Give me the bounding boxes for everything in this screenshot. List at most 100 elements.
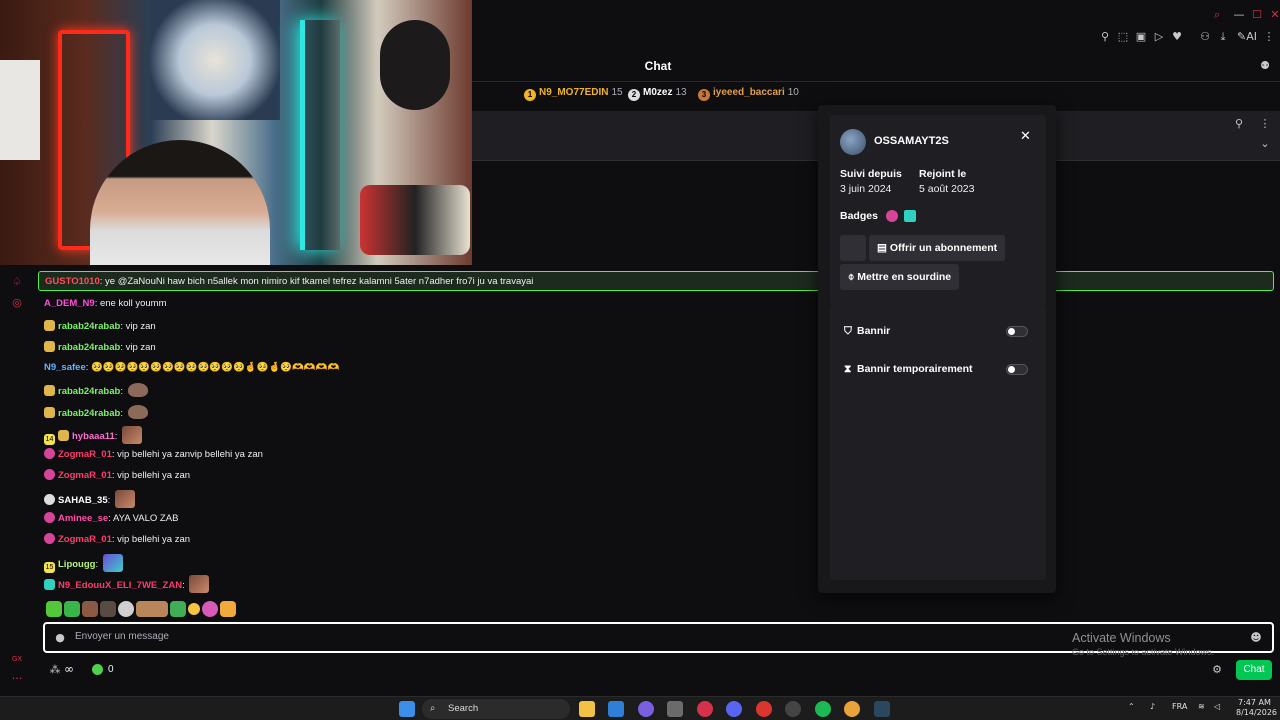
app-icon[interactable] [785,701,801,717]
screenshot-icon[interactable]: ⬚ [1116,30,1130,44]
ban-toggle[interactable] [1006,326,1028,337]
emote-icon[interactable] [118,600,134,617]
ai-icon[interactable]: ✎AI [1236,30,1258,44]
emoji-picker-icon[interactable]: ☻ [1249,631,1263,645]
chat-username[interactable]: ZogmaR_01 [58,534,112,545]
clock-date[interactable]: 8/14/2026 [1236,708,1277,717]
mic-icon[interactable]: ♪ [1150,702,1155,711]
chat-username[interactable]: hybaaa11 [72,431,115,442]
settings-rail-icon[interactable]: ◎ [10,296,24,310]
chat-message[interactable]: rabab24rabab: [44,383,148,397]
maximize-icon[interactable]: ☐ [1250,8,1264,22]
chat-username[interactable]: rabab24rabab [58,321,120,332]
chat-username[interactable]: A_DEM_N9 [44,298,95,309]
pin-icon[interactable]: ⚲ [1232,117,1246,131]
wifi-icon[interactable]: ≋ [1198,702,1205,711]
close-icon[interactable]: ✕ [1020,129,1031,144]
language-indicator[interactable]: FRA [1172,702,1187,711]
mute-button[interactable]: ⌽ Mettre en sourdine [840,264,960,290]
chat-message[interactable]: Aminee_se: AYA VALO ZAB [44,512,178,524]
emote-icon[interactable] [82,600,98,617]
face-emote-icon[interactable] [189,575,210,593]
chat-username[interactable]: Aminee_se [58,513,108,524]
emote-icon[interactable] [188,602,200,615]
ban-row[interactable]: ⛉ Bannir [838,319,1038,343]
discord-icon[interactable] [726,701,742,717]
stream-video-player[interactable] [0,0,472,265]
leaderboard-entry[interactable]: 1 N9_MO77EDIN 15 [524,87,623,101]
heart-hands-emote-icon[interactable] [127,383,148,397]
chrome-icon[interactable] [844,701,860,717]
leaderboard-entry[interactable]: 2 M0zez 13 [628,87,687,101]
chat-message[interactable]: 15 Lipougg: [44,554,123,573]
pin-icon[interactable]: ⚲ [1098,30,1112,44]
chat-message[interactable]: N9_safee: 🥺🥺🥺🥺🥺🥺🥺🥺🥺🥺🥺🥺🥺🤞🥺🤞🥺🫶🫶🫶🫶 [44,362,339,373]
tray-chevron-icon[interactable]: ⌃ [1128,702,1135,711]
heart-icon[interactable]: ♥ [1170,30,1184,44]
close-window-icon[interactable]: ✕ [1268,8,1280,22]
menu-icon[interactable]: ⋮ [1262,30,1276,44]
chat-username[interactable]: ZogmaR_01 [58,449,112,460]
chat-username[interactable]: N9_EdouuX_ELI_7WE_ZAN [58,580,182,591]
taskbar-search[interactable]: ⌕ Search [422,699,570,719]
chat-message-input[interactable] [75,631,975,642]
chat-message[interactable]: SAHAB_35: [44,490,135,508]
leaderboard-entry[interactable]: 3 iyeeed_baccari 10 [698,87,799,101]
app-icon[interactable] [756,701,772,717]
chat-message[interactable]: N9_EdouuX_ELI_7WE_ZAN: [44,575,210,593]
user-card-username[interactable]: OSSAMAYT2S [874,135,949,147]
chat-username[interactable]: N9_safee [44,362,86,373]
clock-time[interactable]: 7:47 AM [1238,698,1271,707]
emote-icon[interactable] [220,600,236,617]
rail-icon[interactable]: ♤ [10,275,24,289]
emote-icon[interactable] [202,600,218,617]
emote-icon[interactable] [136,600,168,617]
chat-message[interactable]: 14 hybaaa11: [44,426,143,445]
face-emote-icon[interactable] [122,426,143,444]
volume-icon[interactable]: ◁ [1214,702,1220,711]
chat-username[interactable]: rabab24rabab [58,408,120,419]
download-icon[interactable]: ⤓ [1216,30,1230,44]
blank-action-button[interactable] [840,235,866,261]
play-icon[interactable]: ▷ [1152,30,1166,44]
chat-message[interactable]: rabab24rabab: [44,405,148,419]
settings-gear-icon[interactable]: ⚙ [1210,663,1224,677]
chat-username[interactable]: SAHAB_35 [58,495,108,506]
profile-icon[interactable]: ⚇ [1198,30,1212,44]
send-chat-button[interactable]: Chat [1236,660,1272,680]
emote-icon[interactable] [64,600,80,617]
chat-username[interactable]: ZogmaR_01 [58,470,112,481]
face-emote-icon[interactable] [114,490,135,508]
chat-message[interactable]: rabab24rabab: vip zan [44,320,156,332]
chat-username[interactable]: Lipougg [58,559,95,570]
store-icon[interactable] [608,701,624,717]
extension-icon[interactable]: ▣ [1134,30,1148,44]
chat-message[interactable]: ZogmaR_01: vip bellehi ya zan [44,533,190,545]
more-icon[interactable]: ⋮ [1258,117,1272,131]
copilot-icon[interactable] [638,701,654,717]
chat-message[interactable]: ZogmaR_01: vip bellehi ya zan [44,469,190,481]
chat-username[interactable]: rabab24rabab [58,386,120,397]
gift-sub-button[interactable]: ▤ Offrir un abonnement [869,235,1006,261]
minimize-icon[interactable]: — [1232,8,1246,22]
calculator-icon[interactable] [667,701,683,717]
emote-picker-left-icon[interactable]: ● [53,631,67,645]
chat-message[interactable]: ZogmaR_01: vip bellehi ya zanvip bellehi… [44,448,263,460]
windows-start-icon[interactable] [399,701,415,717]
file-explorer-icon[interactable] [579,701,595,717]
emote-icon[interactable] [46,600,62,617]
opera-gx-icon[interactable] [697,701,713,717]
timeout-row[interactable]: ⧗ Bannir temporairement [838,357,1038,381]
steam-icon[interactable] [874,701,890,717]
spotify-icon[interactable] [815,701,831,717]
chevron-down-icon[interactable]: ⌄ [1258,137,1272,151]
pixel-emote-icon[interactable] [102,554,123,572]
search-icon[interactable]: ⌕ [1210,8,1224,22]
emote-icon[interactable] [100,600,116,617]
emote-icon[interactable] [170,600,186,617]
chat-message[interactable]: rabab24rabab: vip zan [44,341,156,353]
chat-username[interactable]: rabab24rabab [58,342,120,353]
heart-hands-emote-icon[interactable] [127,405,148,419]
timeout-toggle[interactable] [1006,364,1028,375]
share-icon[interactable]: ⁂ [48,663,62,677]
